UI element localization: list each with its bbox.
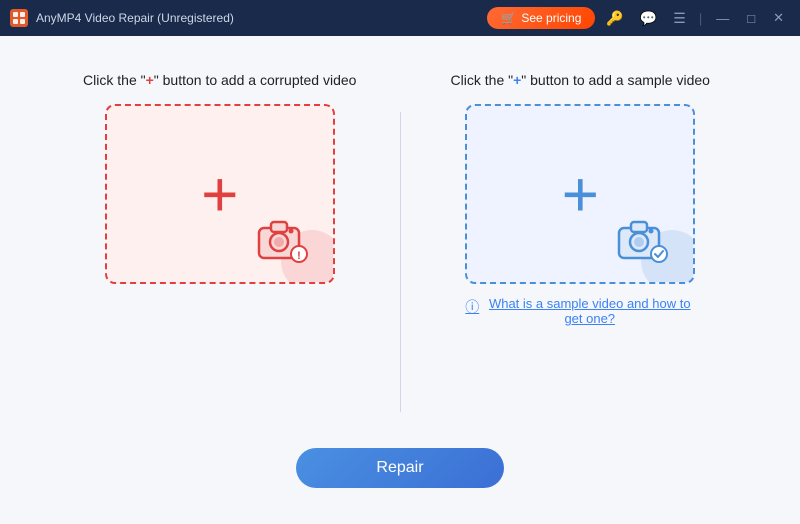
minimize-button[interactable]: —: [710, 9, 735, 28]
app-title: AnyMP4 Video Repair (Unregistered): [36, 11, 234, 25]
app-icon: [10, 9, 28, 27]
svg-text:!: !: [297, 250, 301, 262]
help-circle-icon: ⓘ: [465, 297, 479, 317]
sample-plus-highlight: +: [513, 72, 521, 88]
corrupted-video-panel: Click the "+" button to add a corrupted …: [40, 72, 400, 284]
divider: |: [699, 11, 702, 26]
sample-video-dropzone[interactable]: +: [465, 104, 695, 284]
repair-button-container: Repair: [296, 448, 503, 488]
sample-dropzone-inner: +: [467, 106, 693, 282]
repair-button[interactable]: Repair: [296, 448, 503, 488]
sample-camera-icon: [615, 216, 671, 264]
sample-video-panel: Click the "+" button to add a sample vid…: [401, 72, 761, 326]
sample-add-icon: +: [562, 162, 599, 226]
corrupted-dropzone-inner: + !: [107, 106, 333, 282]
titlebar-left: AnyMP4 Video Repair (Unregistered): [10, 9, 234, 27]
maximize-button[interactable]: □: [741, 9, 761, 28]
corrupted-camera-badge: !: [255, 216, 311, 264]
see-pricing-button[interactable]: 🛒 See pricing: [487, 7, 595, 29]
corrupted-panel-label: Click the "+" button to add a corrupted …: [83, 72, 356, 88]
chat-icon-button[interactable]: 💬: [635, 9, 662, 27]
cart-icon: 🛒: [501, 11, 516, 25]
corrupted-plus-highlight: +: [146, 72, 154, 88]
sample-video-help-link[interactable]: ⓘ What is a sample video and how to get …: [465, 296, 695, 326]
menu-icon-button[interactable]: ☰: [668, 9, 691, 27]
corrupted-video-dropzone[interactable]: + !: [105, 104, 335, 284]
titlebar-controls: 🛒 See pricing 🔑 💬 ☰ | — □ ✕: [487, 7, 790, 29]
main-content: Click the "+" button to add a corrupted …: [0, 36, 800, 524]
panels-container: Click the "+" button to add a corrupted …: [40, 72, 760, 412]
sample-panel-label: Click the "+" button to add a sample vid…: [451, 72, 710, 88]
sample-camera-badge: [615, 216, 671, 264]
corrupted-camera-icon: !: [255, 216, 311, 264]
key-icon-button[interactable]: 🔑: [601, 9, 628, 27]
title-bar: AnyMP4 Video Repair (Unregistered) 🛒 See…: [0, 0, 800, 36]
corrupted-add-icon: +: [201, 162, 238, 226]
close-button[interactable]: ✕: [767, 8, 790, 28]
